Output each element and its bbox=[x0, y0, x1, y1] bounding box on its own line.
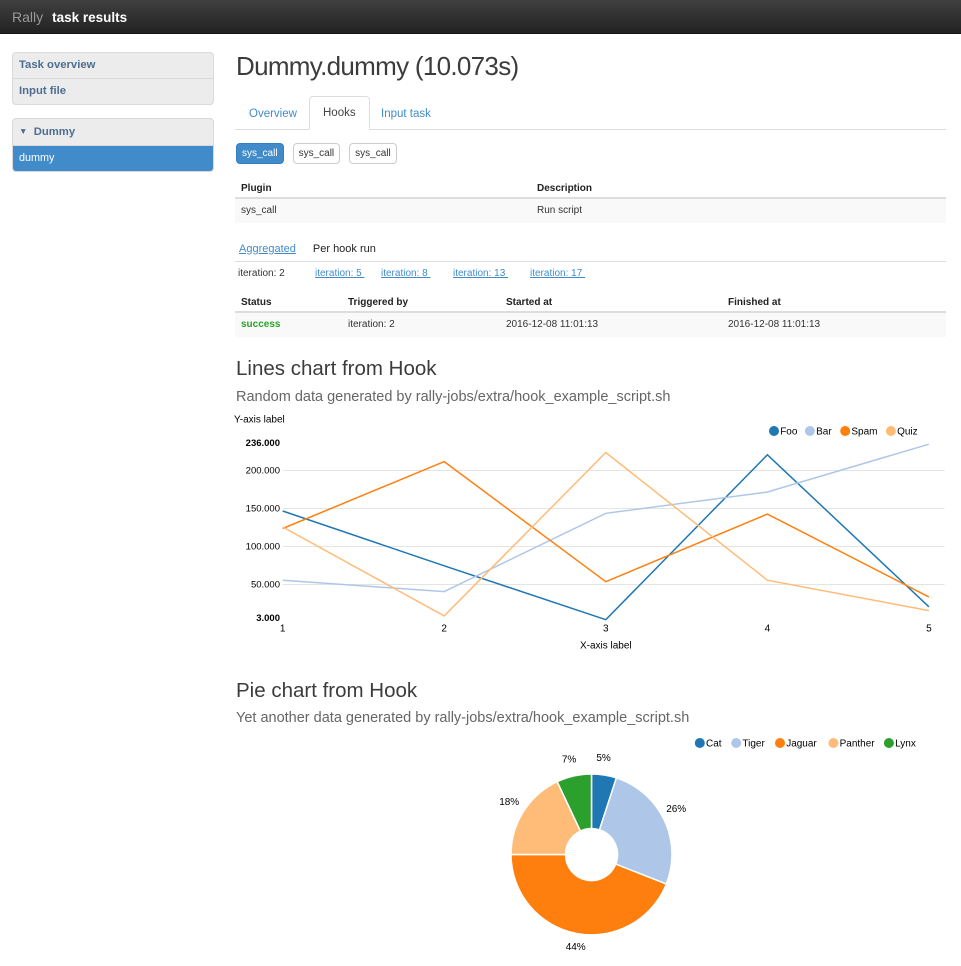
svg-text:5%: 5% bbox=[596, 753, 611, 764]
svg-text:Lynx: Lynx bbox=[895, 739, 916, 750]
svg-text:200.000: 200.000 bbox=[246, 466, 280, 477]
svg-text:100.000: 100.000 bbox=[246, 542, 280, 553]
svg-text:4: 4 bbox=[765, 624, 771, 635]
svg-text:236.000: 236.000 bbox=[246, 438, 280, 449]
svg-text:Jaguar: Jaguar bbox=[786, 739, 817, 750]
svg-text:Quiz: Quiz bbox=[897, 427, 918, 438]
svg-text:18%: 18% bbox=[499, 797, 519, 808]
svg-text:3: 3 bbox=[603, 624, 609, 635]
svg-text:Panther: Panther bbox=[840, 739, 876, 750]
svg-text:Foo: Foo bbox=[780, 427, 798, 438]
svg-text:2: 2 bbox=[441, 624, 447, 635]
svg-text:Tiger: Tiger bbox=[742, 739, 765, 750]
svg-text:Bar: Bar bbox=[816, 427, 832, 438]
svg-text:Y-axis label: Y-axis label bbox=[234, 415, 285, 426]
svg-text:26%: 26% bbox=[666, 804, 686, 815]
svg-text:1: 1 bbox=[280, 624, 286, 635]
svg-text:50.000: 50.000 bbox=[251, 580, 280, 591]
svg-text:Cat: Cat bbox=[706, 739, 722, 750]
svg-text:150.000: 150.000 bbox=[246, 504, 280, 515]
svg-text:Spam: Spam bbox=[851, 427, 877, 438]
svg-text:3.000: 3.000 bbox=[256, 613, 280, 624]
svg-text:5: 5 bbox=[926, 624, 932, 635]
svg-text:X-axis label: X-axis label bbox=[580, 641, 632, 652]
svg-text:7%: 7% bbox=[562, 755, 577, 766]
svg-text:44%: 44% bbox=[566, 942, 586, 953]
